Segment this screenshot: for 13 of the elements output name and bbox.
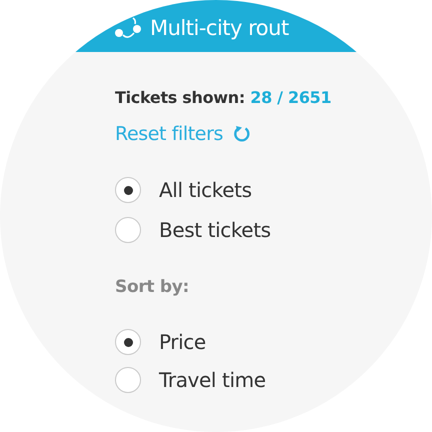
refresh-icon [233, 125, 252, 143]
tickets-shown-text: Tickets shown: 28 / 2651 [115, 88, 332, 107]
radio-icon[interactable] [115, 329, 141, 355]
header-title: Multi-city rout [150, 16, 289, 40]
radio-option[interactable]: Price [115, 329, 266, 355]
sort-by-label: Sort by: [115, 277, 190, 297]
radio-option[interactable]: All tickets [115, 177, 271, 203]
radio-icon[interactable] [115, 177, 141, 203]
radio-icon[interactable] [115, 217, 141, 243]
route-icon [114, 16, 144, 40]
radio-option[interactable]: Travel time [115, 367, 266, 393]
radio-icon[interactable] [115, 367, 141, 393]
radio-option[interactable]: Best tickets [115, 217, 271, 243]
